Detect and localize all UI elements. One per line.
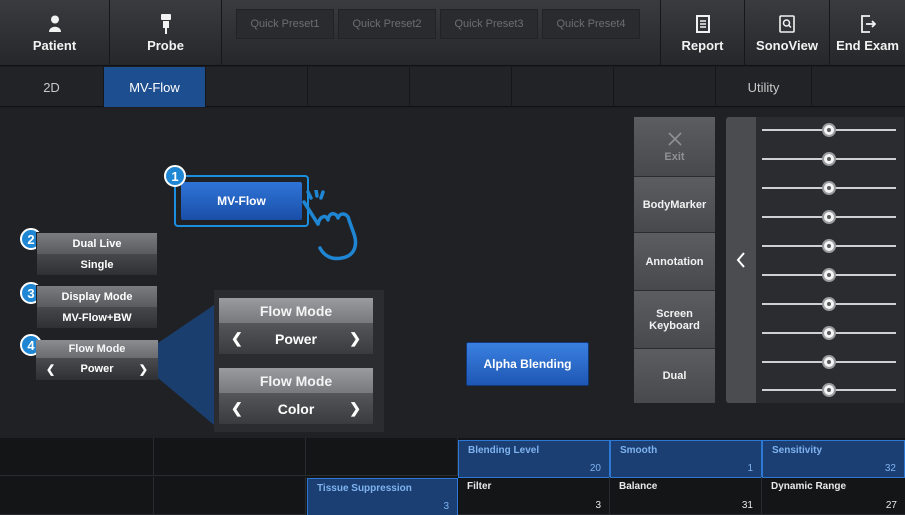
chevron-right-icon[interactable]: ❯ — [139, 363, 148, 376]
alpha-blending-button[interactable]: Alpha Blending — [466, 342, 589, 386]
filter-value: 3 — [595, 500, 601, 511]
dynamic-range-label: Dynamic Range — [771, 481, 847, 492]
dual-live-value: Single — [37, 254, 157, 275]
blending-level-param[interactable]: Blending Level 20 — [458, 440, 610, 478]
close-icon — [667, 131, 682, 146]
chevron-left-icon[interactable]: ❮ — [231, 330, 243, 347]
filter-param[interactable]: Filter 3 — [458, 477, 610, 515]
tissue-suppression-value: 3 — [443, 501, 449, 512]
chevron-right-icon[interactable]: ❯ — [349, 400, 361, 417]
tgc-slider[interactable] — [762, 265, 896, 285]
tgc-slider[interactable] — [762, 207, 896, 227]
flow-mode-small-title: Flow Mode — [36, 340, 158, 358]
balance-label: Balance — [619, 481, 658, 492]
smooth-label: Smooth — [620, 445, 658, 456]
blending-level-value: 20 — [589, 463, 601, 474]
tgc-slider[interactable] — [762, 380, 896, 400]
annotation-button[interactable]: Annotation — [634, 233, 715, 291]
tissue-suppression-param[interactable]: Tissue Suppression 3 — [307, 478, 458, 515]
chevron-left-icon — [736, 252, 745, 268]
flow-mode-selector-small[interactable]: Flow Mode ❮ Power ❯ — [36, 340, 158, 380]
slider-knob[interactable] — [822, 181, 836, 195]
smooth-value: 1 — [747, 463, 753, 474]
filter-label: Filter — [467, 481, 492, 492]
mvflow-button[interactable]: MV-Flow — [181, 182, 302, 220]
param-empty — [154, 477, 306, 515]
exit-button[interactable]: Exit — [634, 117, 715, 177]
slider-knob[interactable] — [822, 297, 836, 311]
sensitivity-param[interactable]: Sensitivity 32 — [762, 440, 905, 478]
screen-keyboard-button[interactable]: Screen Keyboard — [634, 291, 715, 349]
utility-column: Exit BodyMarker Annotation Screen Keyboa… — [634, 117, 715, 403]
dual-live-button[interactable]: Dual Live Single — [36, 232, 158, 276]
callout-1: 1 — [164, 165, 186, 187]
display-mode-button[interactable]: Display Mode MV-Flow+BW — [36, 285, 158, 329]
param-empty — [306, 438, 458, 476]
param-empty — [0, 477, 154, 515]
exit-label: Exit — [664, 150, 685, 163]
dual-button[interactable]: Dual — [634, 349, 715, 403]
flow-mode-color-value: Color — [277, 400, 315, 417]
blending-level-label: Blending Level — [468, 445, 540, 456]
dual-live-title: Dual Live — [37, 233, 157, 254]
balance-value: 31 — [741, 500, 753, 511]
chevron-left-icon[interactable]: ❮ — [46, 363, 55, 376]
chevron-right-icon[interactable]: ❯ — [349, 330, 361, 347]
chevron-left-icon[interactable]: ❮ — [231, 400, 243, 417]
slider-knob[interactable] — [822, 152, 836, 166]
collapse-panel-button[interactable] — [726, 117, 756, 403]
dynamic-range-value: 27 — [885, 500, 897, 511]
flow-mode-power-value: Power — [274, 330, 317, 347]
dynamic-range-param[interactable]: Dynamic Range 27 — [762, 477, 905, 515]
slider-knob[interactable] — [822, 355, 836, 369]
tgc-slider[interactable] — [762, 120, 896, 140]
tgc-slider[interactable] — [762, 178, 896, 198]
flow-mode-color-selector[interactable]: Flow Mode ❮ Color ❯ — [219, 368, 373, 424]
display-mode-title: Display Mode — [37, 286, 157, 307]
tgc-slider[interactable] — [762, 323, 896, 343]
flow-mode-power-title: Flow Mode — [219, 298, 373, 323]
balance-param[interactable]: Balance 31 — [610, 477, 762, 515]
display-mode-value: MV-Flow+BW — [37, 307, 157, 328]
slider-knob[interactable] — [822, 383, 836, 397]
dual-label: Dual — [662, 370, 687, 382]
flow-mode-power-selector[interactable]: Flow Mode ❮ Power ❯ — [219, 298, 373, 354]
bodymarker-label: BodyMarker — [642, 198, 707, 211]
flow-mode-color-title: Flow Mode — [219, 368, 373, 393]
screen-keyboard-label-line2: Keyboard — [649, 319, 700, 332]
tgc-slider[interactable] — [762, 149, 896, 169]
param-empty — [154, 438, 306, 476]
sensitivity-value: 32 — [884, 463, 896, 474]
flow-mode-small-value: Power — [80, 363, 114, 375]
tissue-suppression-label: Tissue Suppression — [317, 483, 412, 494]
tap-hand-icon — [302, 190, 358, 261]
parameter-grid: Blending Level 20 Smooth 1 Sensitivity 3… — [0, 438, 905, 515]
slider-knob[interactable] — [822, 210, 836, 224]
slider-knob[interactable] — [822, 268, 836, 282]
slider-knob[interactable] — [822, 123, 836, 137]
tgc-slider[interactable] — [762, 294, 896, 314]
slider-knob[interactable] — [822, 326, 836, 340]
tgc-slider[interactable] — [762, 236, 896, 256]
param-empty — [0, 438, 154, 476]
slider-knob[interactable] — [822, 239, 836, 253]
tgc-slider[interactable] — [762, 352, 896, 372]
screen-keyboard-label-line1: Screen — [656, 307, 693, 320]
annotation-label: Annotation — [645, 255, 704, 268]
sensitivity-label: Sensitivity — [772, 445, 823, 456]
bodymarker-button[interactable]: BodyMarker — [634, 177, 715, 233]
smooth-param[interactable]: Smooth 1 — [610, 440, 762, 478]
